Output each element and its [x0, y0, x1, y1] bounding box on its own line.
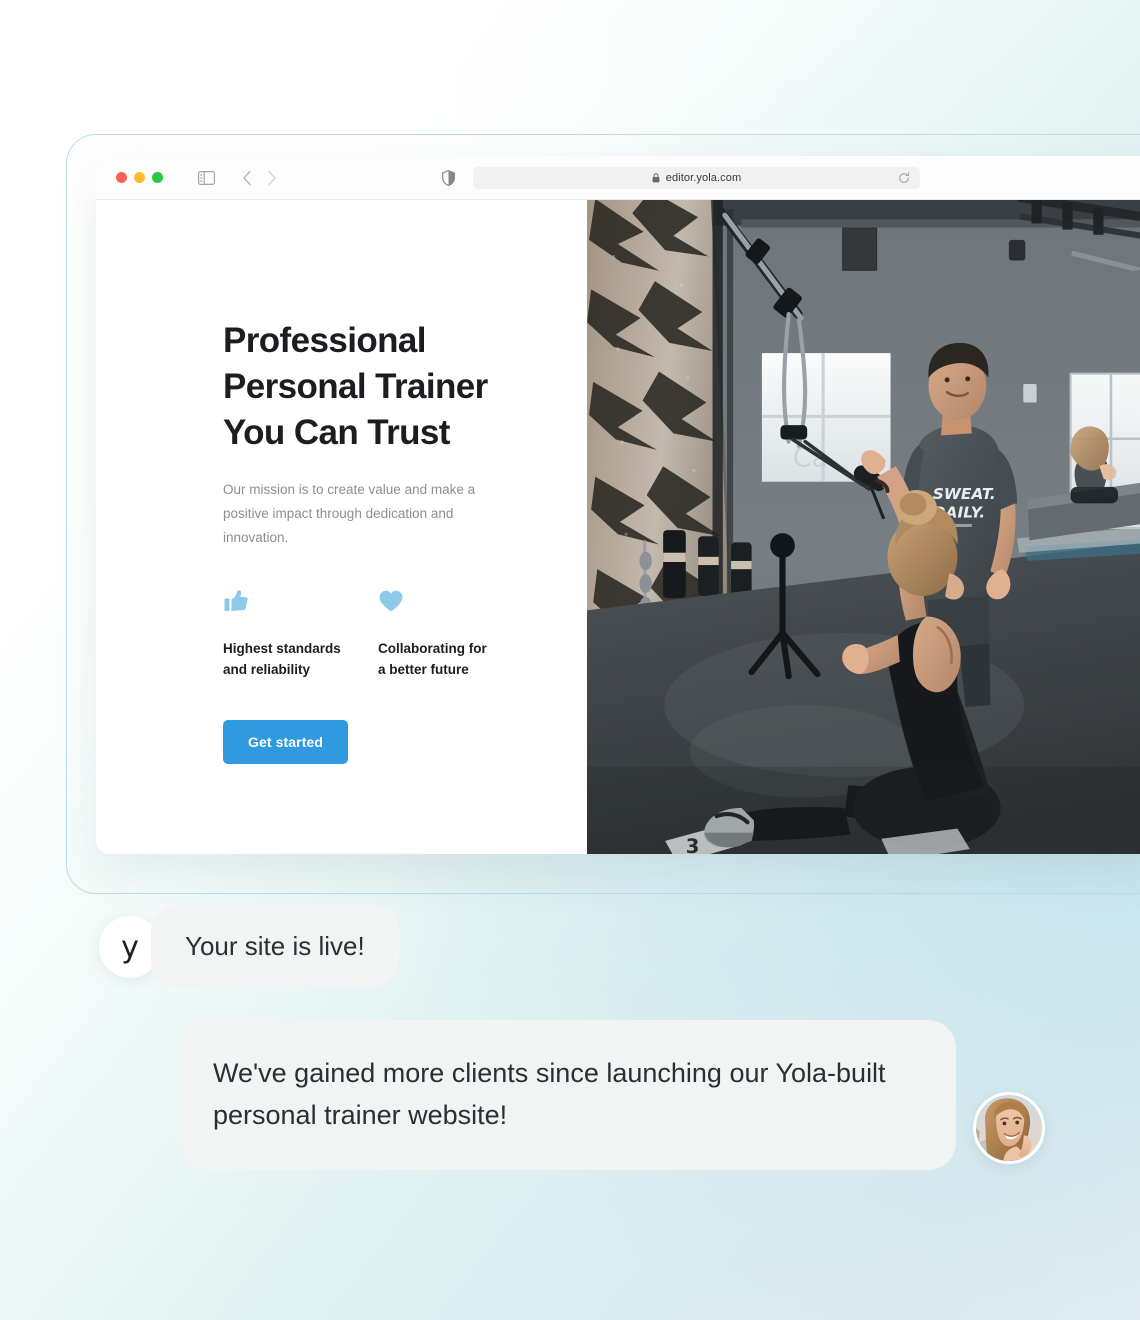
site-viewport: Professional Personal Trainer You Can Tr… [96, 200, 1140, 854]
svg-text:SWEAT.: SWEAT. [933, 485, 996, 503]
hero-subtext: Our mission is to create value and make … [223, 482, 476, 545]
hero-photo: Ca 3 SWEAT. DAILY. [587, 200, 1140, 854]
browser-toolbar: editor.yola.com [96, 156, 1140, 200]
yola-logo-letter: y [121, 929, 139, 965]
reload-icon[interactable] [898, 171, 910, 184]
shield-icon[interactable] [442, 169, 455, 186]
feature-item-collaborating: Collaborating for a better future [378, 588, 533, 680]
chat-bubble-testimonial: We've gained more clients since launchin… [180, 1020, 956, 1170]
thumbs-up-icon [223, 588, 378, 616]
close-window-button[interactable] [116, 172, 127, 183]
maximize-window-button[interactable] [152, 172, 163, 183]
page-root: editor.yola.com Professional Personal Tr… [0, 0, 1140, 1320]
get-started-button[interactable]: Get started [223, 720, 349, 764]
lock-icon [652, 172, 660, 183]
client-avatar [973, 1092, 1045, 1164]
chat-bubble-site-live: Your site is live! [151, 905, 399, 988]
address-bar[interactable]: editor.yola.com [473, 166, 920, 189]
hero-text-column: Professional Personal Trainer You Can Tr… [96, 200, 587, 854]
chat-message-row-live: y Your site is live! [99, 905, 399, 988]
feature-label: Collaborating for a better future [378, 641, 487, 677]
hero-feature-list: Highest standards and reliability Collab… [223, 588, 533, 680]
heart-icon [378, 588, 533, 616]
feature-item-standards: Highest standards and reliability [223, 588, 378, 680]
url-text: editor.yola.com [665, 171, 742, 184]
sidebar-toggle-icon[interactable] [198, 170, 215, 185]
feature-label: Highest standards and reliability [223, 641, 341, 677]
page-title: Professional Personal Trainer You Can Tr… [223, 321, 488, 452]
hero-content: Professional Personal Trainer You Can Tr… [223, 318, 533, 764]
window-controls[interactable] [116, 172, 163, 183]
browser-window: editor.yola.com Professional Personal Tr… [96, 156, 1140, 854]
minimize-window-button[interactable] [134, 172, 145, 183]
back-button[interactable] [242, 170, 252, 186]
forward-button[interactable] [267, 170, 277, 186]
